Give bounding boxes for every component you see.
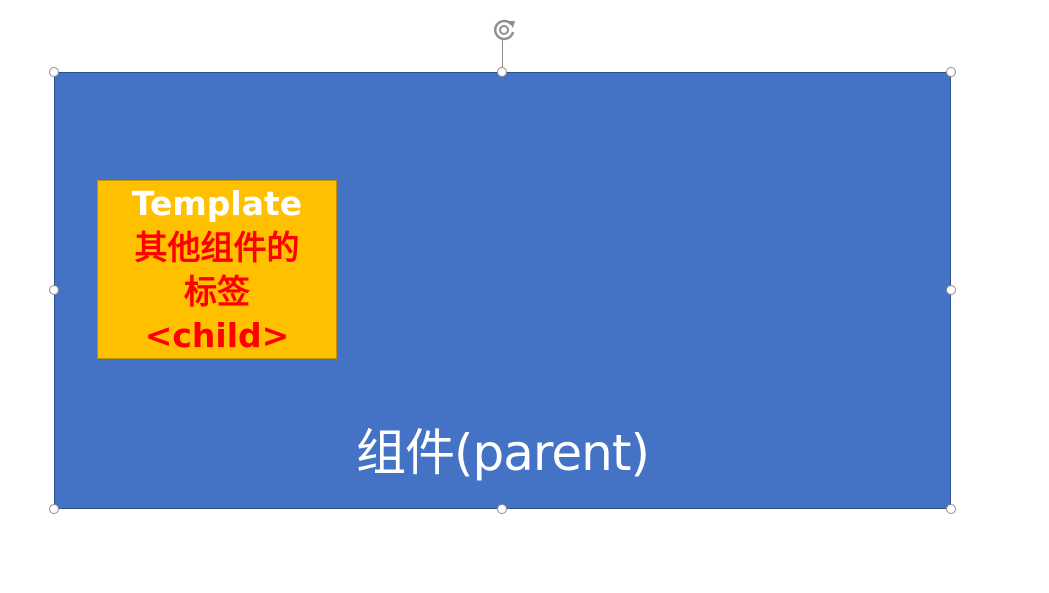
resize-handle-bottom-left[interactable] — [49, 504, 59, 514]
parent-component-label: 组件(parent) — [356, 424, 650, 482]
child-template-box[interactable]: Template 其他组件的 标签 <child> — [97, 180, 337, 359]
resize-handle-middle-right[interactable] — [946, 285, 956, 295]
child-line-tag: 标签 — [184, 271, 250, 311]
resize-handle-top-left[interactable] — [49, 67, 59, 77]
resize-handle-bottom-right[interactable] — [946, 504, 956, 514]
resize-handle-top-center[interactable] — [497, 67, 507, 77]
resize-handle-middle-left[interactable] — [49, 285, 59, 295]
rotate-handle-icon[interactable] — [489, 15, 519, 45]
resize-handle-bottom-center[interactable] — [497, 504, 507, 514]
child-line-template: Template — [131, 183, 303, 223]
resize-handle-top-right[interactable] — [946, 67, 956, 77]
child-line-child-tag: <child> — [144, 315, 290, 355]
slide-canvas: Template 其他组件的 标签 <child> 组件(parent) — [0, 0, 1049, 593]
child-line-other-component: 其他组件的 — [134, 227, 300, 267]
